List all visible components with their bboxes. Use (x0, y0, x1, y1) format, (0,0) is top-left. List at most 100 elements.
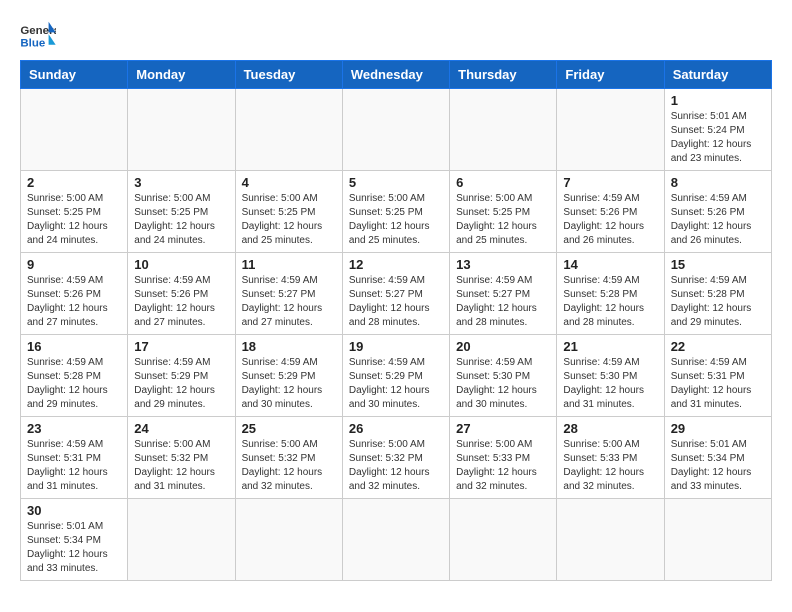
day-number: 23 (27, 421, 121, 436)
day-info: Sunrise: 5:00 AM Sunset: 5:32 PM Dayligh… (242, 438, 336, 494)
calendar-cell: 28 Sunrise: 5:00 AM Sunset: 5:33 PM Dayli… (557, 417, 664, 499)
calendar-cell: 23 Sunrise: 4:59 AM Sunset: 5:31 PM Dayli… (21, 417, 128, 499)
day-number: 18 (242, 339, 336, 354)
day-info: Sunrise: 4:59 AM Sunset: 5:28 PM Dayligh… (563, 274, 657, 330)
calendar-cell: 27 Sunrise: 5:00 AM Sunset: 5:33 PM Dayli… (450, 417, 557, 499)
day-number: 1 (671, 93, 765, 108)
calendar-week-row: 23 Sunrise: 4:59 AM Sunset: 5:31 PM Dayli… (21, 417, 772, 499)
day-info: Sunrise: 4:59 AM Sunset: 5:29 PM Dayligh… (349, 356, 443, 412)
day-number: 6 (456, 175, 550, 190)
calendar-cell: 8 Sunrise: 4:59 AM Sunset: 5:26 PM Daylig… (664, 171, 771, 253)
calendar-cell (128, 499, 235, 581)
calendar-cell (557, 89, 664, 171)
calendar-cell (450, 89, 557, 171)
day-info: Sunrise: 4:59 AM Sunset: 5:28 PM Dayligh… (671, 274, 765, 330)
day-info: Sunrise: 4:59 AM Sunset: 5:26 PM Dayligh… (134, 274, 228, 330)
day-info: Sunrise: 5:00 AM Sunset: 5:25 PM Dayligh… (27, 192, 121, 248)
day-info: Sunrise: 5:00 AM Sunset: 5:32 PM Dayligh… (134, 438, 228, 494)
calendar-cell (21, 89, 128, 171)
day-info: Sunrise: 4:59 AM Sunset: 5:29 PM Dayligh… (242, 356, 336, 412)
day-info: Sunrise: 4:59 AM Sunset: 5:27 PM Dayligh… (456, 274, 550, 330)
day-info: Sunrise: 5:00 AM Sunset: 5:33 PM Dayligh… (563, 438, 657, 494)
calendar-cell (342, 89, 449, 171)
day-number: 26 (349, 421, 443, 436)
day-info: Sunrise: 4:59 AM Sunset: 5:28 PM Dayligh… (27, 356, 121, 412)
day-number: 2 (27, 175, 121, 190)
calendar-cell: 6Sunrise: 5:00 AM Sunset: 5:25 PM Daylig… (450, 171, 557, 253)
logo: General Blue (20, 20, 56, 50)
day-number: 4 (242, 175, 336, 190)
day-number: 27 (456, 421, 550, 436)
calendar-table: SundayMondayTuesdayWednesdayThursdayFrid… (20, 60, 772, 581)
calendar-week-row: 2 Sunrise: 5:00 AM Sunset: 5:25 PM Daylig… (21, 171, 772, 253)
calendar-week-row: 1 Sunrise: 5:01 AM Sunset: 5:24 PM Daylig… (21, 89, 772, 171)
day-number: 21 (563, 339, 657, 354)
svg-text:Blue: Blue (20, 37, 45, 49)
day-number: 11 (242, 257, 336, 272)
day-number: 5 (349, 175, 443, 190)
day-info: Sunrise: 5:00 AM Sunset: 5:25 PM Dayligh… (134, 192, 228, 248)
day-number: 30 (27, 503, 121, 518)
day-info: Sunrise: 4:59 AM Sunset: 5:31 PM Dayligh… (27, 438, 121, 494)
calendar-cell: 5 Sunrise: 5:00 AM Sunset: 5:25 PM Daylig… (342, 171, 449, 253)
header: General Blue (20, 20, 772, 50)
weekday-header-row: SundayMondayTuesdayWednesdayThursdayFrid… (21, 61, 772, 89)
day-info: Sunrise: 4:59 AM Sunset: 5:30 PM Dayligh… (456, 356, 550, 412)
day-number: 8 (671, 175, 765, 190)
day-info: Sunrise: 4:59 AM Sunset: 5:26 PM Dayligh… (671, 192, 765, 248)
calendar-cell: 24Sunrise: 5:00 AM Sunset: 5:32 PM Dayli… (128, 417, 235, 499)
calendar-cell: 18 Sunrise: 4:59 AM Sunset: 5:29 PM Dayli… (235, 335, 342, 417)
day-number: 19 (349, 339, 443, 354)
day-info: Sunrise: 4:59 AM Sunset: 5:26 PM Dayligh… (27, 274, 121, 330)
day-info: Sunrise: 5:00 AM Sunset: 5:25 PM Dayligh… (242, 192, 336, 248)
day-number: 22 (671, 339, 765, 354)
calendar-week-row: 30Sunrise: 5:01 AM Sunset: 5:34 PM Dayli… (21, 499, 772, 581)
calendar-cell: 29Sunrise: 5:01 AM Sunset: 5:34 PM Dayli… (664, 417, 771, 499)
calendar-cell: 25 Sunrise: 5:00 AM Sunset: 5:32 PM Dayli… (235, 417, 342, 499)
weekday-header-monday: Monday (128, 61, 235, 89)
calendar-cell (664, 499, 771, 581)
logo-icon: General Blue (20, 20, 56, 50)
weekday-header-wednesday: Wednesday (342, 61, 449, 89)
calendar-cell: 1 Sunrise: 5:01 AM Sunset: 5:24 PM Daylig… (664, 89, 771, 171)
day-number: 17 (134, 339, 228, 354)
calendar-cell: 21Sunrise: 4:59 AM Sunset: 5:30 PM Dayli… (557, 335, 664, 417)
calendar-cell: 15 Sunrise: 4:59 AM Sunset: 5:28 PM Dayli… (664, 253, 771, 335)
day-info: Sunrise: 4:59 AM Sunset: 5:31 PM Dayligh… (671, 356, 765, 412)
calendar-cell: 7Sunrise: 4:59 AM Sunset: 5:26 PM Daylig… (557, 171, 664, 253)
day-info: Sunrise: 5:01 AM Sunset: 5:24 PM Dayligh… (671, 110, 765, 166)
calendar-cell: 10Sunrise: 4:59 AM Sunset: 5:26 PM Dayli… (128, 253, 235, 335)
day-number: 25 (242, 421, 336, 436)
day-info: Sunrise: 5:00 AM Sunset: 5:33 PM Dayligh… (456, 438, 550, 494)
day-number: 7 (563, 175, 657, 190)
calendar-cell: 17 Sunrise: 4:59 AM Sunset: 5:29 PM Dayli… (128, 335, 235, 417)
day-info: Sunrise: 5:01 AM Sunset: 5:34 PM Dayligh… (671, 438, 765, 494)
calendar-cell: 4 Sunrise: 5:00 AM Sunset: 5:25 PM Daylig… (235, 171, 342, 253)
day-info: Sunrise: 5:00 AM Sunset: 5:25 PM Dayligh… (349, 192, 443, 248)
day-info: Sunrise: 5:00 AM Sunset: 5:32 PM Dayligh… (349, 438, 443, 494)
calendar-week-row: 9Sunrise: 4:59 AM Sunset: 5:26 PM Daylig… (21, 253, 772, 335)
weekday-header-saturday: Saturday (664, 61, 771, 89)
day-number: 15 (671, 257, 765, 272)
day-number: 12 (349, 257, 443, 272)
day-number: 16 (27, 339, 121, 354)
calendar-cell: 12Sunrise: 4:59 AM Sunset: 5:27 PM Dayli… (342, 253, 449, 335)
day-number: 14 (563, 257, 657, 272)
calendar-cell (235, 499, 342, 581)
day-number: 13 (456, 257, 550, 272)
calendar-week-row: 16 Sunrise: 4:59 AM Sunset: 5:28 PM Dayli… (21, 335, 772, 417)
calendar-cell: 22 Sunrise: 4:59 AM Sunset: 5:31 PM Dayli… (664, 335, 771, 417)
calendar-cell: 3 Sunrise: 5:00 AM Sunset: 5:25 PM Daylig… (128, 171, 235, 253)
day-number: 28 (563, 421, 657, 436)
weekday-header-sunday: Sunday (21, 61, 128, 89)
day-number: 3 (134, 175, 228, 190)
calendar-cell: 14 Sunrise: 4:59 AM Sunset: 5:28 PM Dayli… (557, 253, 664, 335)
calendar-cell: 2 Sunrise: 5:00 AM Sunset: 5:25 PM Daylig… (21, 171, 128, 253)
day-info: Sunrise: 4:59 AM Sunset: 5:27 PM Dayligh… (242, 274, 336, 330)
day-info: Sunrise: 4:59 AM Sunset: 5:29 PM Dayligh… (134, 356, 228, 412)
calendar-cell: 11 Sunrise: 4:59 AM Sunset: 5:27 PM Dayli… (235, 253, 342, 335)
calendar-cell: 20Sunrise: 4:59 AM Sunset: 5:30 PM Dayli… (450, 335, 557, 417)
calendar-cell: 19 Sunrise: 4:59 AM Sunset: 5:29 PM Dayli… (342, 335, 449, 417)
calendar-cell: 16 Sunrise: 4:59 AM Sunset: 5:28 PM Dayli… (21, 335, 128, 417)
calendar-cell: 13 Sunrise: 4:59 AM Sunset: 5:27 PM Dayli… (450, 253, 557, 335)
